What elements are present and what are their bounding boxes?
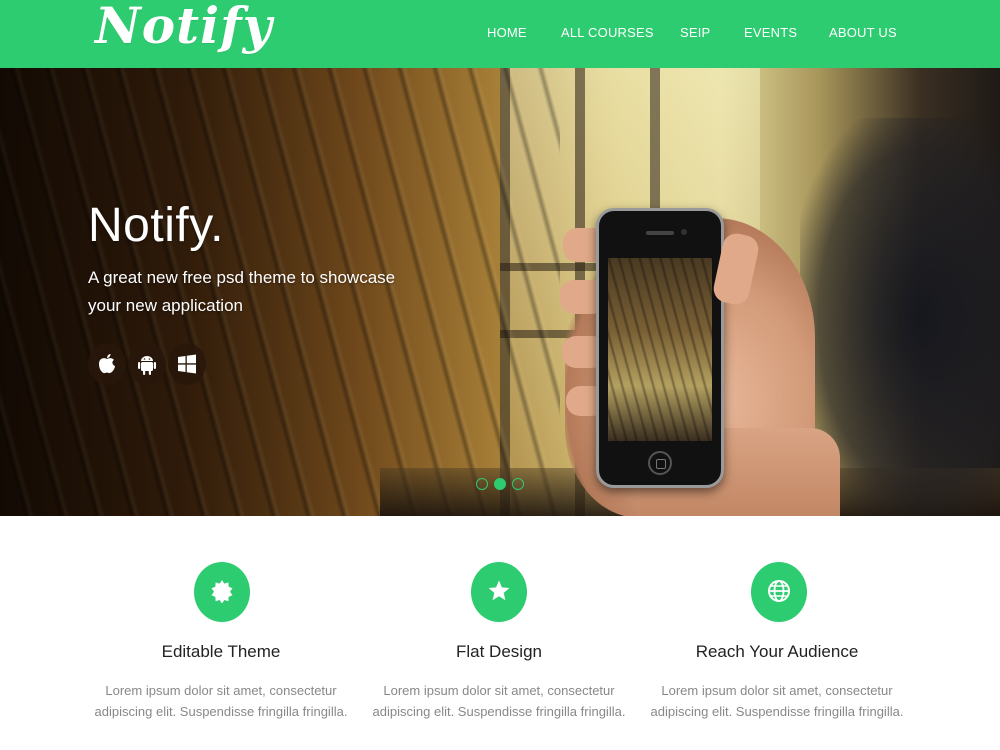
feature-icon-circle: [194, 562, 250, 622]
feature-text: Lorem ipsum dolor sit amet, consectetur …: [94, 683, 348, 719]
globe-icon: [768, 580, 790, 602]
slider-dot[interactable]: [476, 478, 488, 490]
slider-dots: [476, 478, 526, 492]
nav-events-link[interactable]: EVENTS: [744, 25, 797, 40]
nav-about-us-link[interactable]: ABOUT US: [829, 25, 897, 40]
windows-store-button[interactable]: [168, 343, 206, 385]
phone-speaker: [646, 231, 674, 235]
feature-text: Lorem ipsum dolor sit amet, consectetur …: [372, 683, 626, 719]
android-store-button[interactable]: [128, 343, 166, 385]
phone-mockup: [596, 208, 724, 488]
phone-home-button: [648, 451, 672, 475]
feature-icon-circle: [751, 562, 807, 622]
hero-title: Notify.: [88, 199, 224, 252]
top-navbar: Notify HOME ALL COURSES SEIP EVENTS ABOU…: [0, 0, 1000, 68]
main-nav: HOME ALL COURSES SEIP EVENTS ABOUT US: [0, 25, 1000, 45]
nav-all-courses-link[interactable]: ALL COURSES: [561, 25, 654, 40]
apple-icon: [99, 354, 115, 374]
slider-dot-active[interactable]: [494, 478, 506, 490]
badge-icon: [211, 580, 233, 603]
feature-title: Flat Design: [456, 642, 542, 661]
star-icon: [488, 580, 510, 601]
phone-camera: [681, 229, 687, 235]
nav-seip-link[interactable]: SEIP: [680, 25, 710, 40]
windows-icon: [178, 354, 196, 374]
slider-dot[interactable]: [512, 478, 524, 490]
feature-title: Editable Theme: [161, 642, 281, 661]
android-icon: [138, 356, 156, 375]
feature-flat-design: Flat Design Lorem ipsum dolor sit amet, …: [369, 562, 629, 732]
feature-reach-audience: Reach Your Audience Lorem ipsum dolor si…: [647, 562, 907, 732]
apple-store-button[interactable]: [88, 343, 126, 385]
feature-editable-theme: Editable Theme Lorem ipsum dolor sit ame…: [91, 562, 351, 732]
feature-text: Lorem ipsum dolor sit amet, consectetur …: [650, 683, 904, 719]
nav-home-link[interactable]: HOME: [487, 25, 527, 40]
feature-title: Reach Your Audience: [695, 642, 859, 661]
hero-banner: Notify. A great new free psd theme to sh…: [0, 68, 1000, 516]
hero-subtitle: A great new free psd theme to showcase y…: [88, 268, 396, 315]
phone-screen: [608, 258, 712, 441]
feature-icon-circle: [471, 562, 527, 622]
